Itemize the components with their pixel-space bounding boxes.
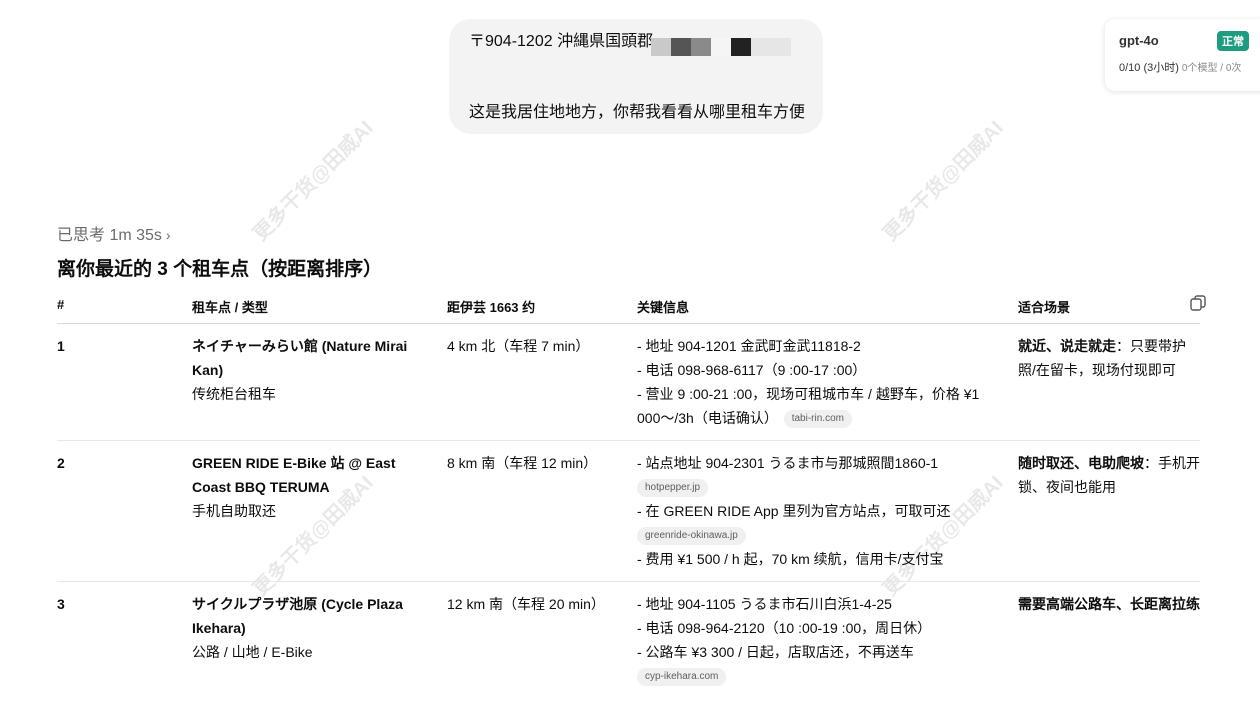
header-num: # (57, 297, 65, 312)
fit-highlight: 就近、说走就走 (1018, 338, 1116, 354)
distance: 8 km 南（车程 12 min） (447, 455, 598, 471)
info-cell: - 站点地址 904-2301 うるま市与那城照間1860-1 hotpeppe… (637, 451, 987, 571)
rental-type: 传统柜台租车 (192, 386, 276, 402)
row-num: 2 (57, 455, 65, 471)
table-row: 2 GREEN RIDE E-Bike 站 @ East Coast BBQ T… (57, 441, 1200, 582)
rental-name: サイクルプラザ池原 (Cycle Plaza Ikehara) (192, 596, 403, 636)
info-cell: - 地址 904-1201 金武町金武11818-2 - 电话 098-968-… (637, 334, 987, 430)
fit-cell: 需要高端公路车、长距离拉练 (1018, 592, 1203, 616)
info-line: - 营业 9 :00-21 :00，现场可租城市车 / 越野车，价格 ¥1 00… (637, 382, 987, 430)
info-line: - 费用 ¥1 500 / h 起，70 km 续航，信用卡/支付宝 (637, 551, 944, 567)
table-row: 1 ネイチャーみらい館 (Nature Mirai Kan) 传统柜台租车 4 … (57, 324, 1200, 441)
header-info: 关键信息 (637, 300, 690, 315)
usage-sub: 0个模型 / 0次 (1181, 63, 1242, 74)
info-line: - 公路车 ¥3 300 / 日起，店取店还，不再送车 (637, 644, 914, 660)
model-status-card[interactable]: gpt-4o 正常 0/10 (3小时) 0个模型 / 0次 (1105, 19, 1260, 91)
fit-highlight: 随时取还、电助爬坡 (1018, 455, 1144, 471)
usage-count: 0/10 (3小时) (1119, 62, 1179, 74)
distance: 12 km 南（车程 20 min） (447, 596, 605, 612)
fit-cell: 就近、说走就走：只要带护照/在留卡，现场付现即可 (1018, 334, 1203, 382)
rental-name: ネイチャーみらい館 (Nature Mirai Kan) (192, 338, 408, 378)
row-num: 3 (57, 596, 65, 612)
info-line: - 在 GREEN RIDE App 里列为官方站点，可取可还 (637, 503, 951, 519)
distance: 4 km 北（车程 7 min） (447, 338, 590, 354)
user-message-bubble: 〒904-1202 沖縄県国頭郡 这是我居住地地方，你帮我看看从哪里租车方便 (449, 19, 823, 134)
source-row: greenride-okinawa.jp (637, 523, 987, 547)
model-name: gpt-4o (1119, 33, 1159, 48)
table-row: 3 サイクルプラザ池原 (Cycle Plaza Ikehara) 公路 / 山… (57, 582, 1200, 698)
thinking-label: 已思考 1m 35s (57, 227, 162, 244)
chevron-right-icon: › (165, 227, 171, 243)
rental-table: # 租车点 / 类型 距伊芸 1663 约 关键信息 适合场景 1 ネイチャーみ… (57, 290, 1206, 698)
info-line: - 地址 904-1201 金武町金武11818-2 (637, 338, 861, 354)
rental-type: 手机自助取还 (192, 503, 276, 519)
source-link[interactable]: hotpepper.jp (637, 479, 709, 498)
fit-highlight: 需要高端公路车、长距离拉练 (1018, 596, 1200, 612)
header-name: 租车点 / 类型 (192, 300, 268, 315)
row-num: 1 (57, 338, 65, 354)
source-link[interactable]: cyp-ikehara.com (637, 668, 727, 687)
message-text: 这是我居住地地方，你帮我看看从哪里租车方便 (469, 104, 806, 121)
info-line: - 电话 098-968-6117（9 :00-17 :00） (637, 362, 867, 378)
fit-cell: 随时取还、电助爬坡：手机开锁、夜间也能用 (1018, 451, 1203, 499)
rental-type: 公路 / 山地 / E-Bike (192, 644, 313, 660)
info-line: - 电话 098-964-2120（10 :00-19 :00，周日休） (637, 620, 932, 636)
info-cell: - 地址 904-1105 うるま市石川白浜1-4-25 - 电话 098-96… (637, 592, 987, 688)
rental-name-cell: ネイチャーみらい館 (Nature Mirai Kan) 传统柜台租车 (192, 334, 422, 406)
info-line: - 地址 904-1105 うるま市石川白浜1-4-25 (637, 596, 892, 612)
header-distance: 距伊芸 1663 约 (447, 300, 536, 315)
copy-icon[interactable] (1189, 294, 1207, 312)
usage-info: 0/10 (3小时) 0个模型 / 0次 (1119, 59, 1241, 75)
address-text: 〒904-1202 沖縄県国頭郡 (469, 33, 654, 50)
redacted-address-block (651, 38, 791, 56)
table-header: # 租车点 / 类型 距伊芸 1663 约 关键信息 适合场景 (57, 290, 1206, 324)
source-row: cyp-ikehara.com (637, 664, 987, 688)
rental-name-cell: GREEN RIDE E-Bike 站 @ East Coast BBQ TER… (192, 451, 422, 523)
source-link[interactable]: tabi-rin.com (783, 410, 852, 429)
rental-name: GREEN RIDE E-Bike 站 @ East Coast BBQ TER… (192, 455, 396, 495)
rental-name-cell: サイクルプラザ池原 (Cycle Plaza Ikehara) 公路 / 山地 … (192, 592, 422, 664)
status-badge: 正常 (1217, 31, 1249, 51)
source-link[interactable]: greenride-okinawa.jp (637, 527, 746, 546)
section-title: 离你最近的 3 个租车点（按距离排序） (57, 259, 383, 280)
watermark: 更多干货@田威AI (879, 117, 1008, 246)
watermark: 更多干货@田威AI (249, 117, 378, 246)
source-row: hotpepper.jp (637, 475, 987, 499)
info-line: - 站点地址 904-2301 うるま市与那城照間1860-1 (637, 455, 939, 471)
header-fit: 适合场景 (1018, 300, 1071, 315)
thinking-toggle[interactable]: 已思考 1m 35s › (57, 221, 171, 245)
